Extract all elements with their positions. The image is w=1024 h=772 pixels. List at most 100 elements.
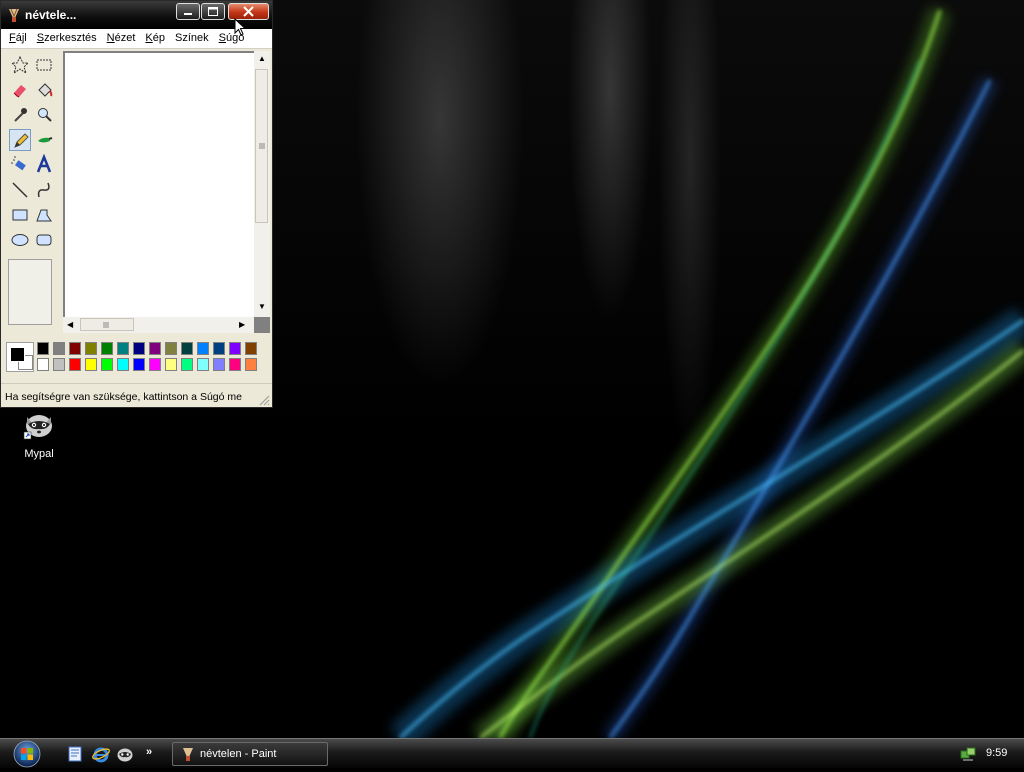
polygon-icon: [36, 209, 52, 222]
magnifier-tool[interactable]: [33, 104, 55, 126]
palette-swatch[interactable]: [69, 358, 81, 371]
curve-tool[interactable]: [33, 179, 55, 201]
system-tray: 9:59: [950, 739, 1024, 769]
scroll-right-arrow-icon[interactable]: ▶: [239, 319, 245, 331]
palette-swatch[interactable]: [181, 342, 193, 355]
color-picker-tool[interactable]: [9, 104, 31, 126]
palette-swatch[interactable]: [101, 358, 113, 371]
foreground-color[interactable]: [10, 347, 25, 362]
minimize-button[interactable]: [176, 3, 200, 20]
taskbar-button-label: névtelen - Paint: [200, 748, 277, 760]
rounded-rectangle-icon: [36, 234, 52, 246]
palette-swatch[interactable]: [117, 342, 129, 355]
palette-swatch[interactable]: [197, 358, 209, 371]
menu-bar: Fájl Szerkesztés Nézet Kép Színek Súgó: [1, 29, 272, 49]
palette-swatch[interactable]: [213, 358, 225, 371]
brush-icon: [38, 137, 53, 143]
status-text: Ha segítségre van szüksége, kattintson a…: [5, 391, 242, 403]
resize-grip-icon[interactable]: [259, 395, 270, 406]
tool-options-box[interactable]: [8, 259, 52, 325]
paint-bucket-icon: [38, 83, 53, 97]
text-a-icon: [36, 153, 52, 173]
magnifier-icon: [38, 108, 52, 122]
palette-swatch[interactable]: [53, 342, 65, 355]
desktop-icon-mypal[interactable]: Mypal: [14, 408, 64, 460]
palette-swatch[interactable]: [133, 342, 145, 355]
paint-window: névtele... Fájl Szerkesztés Nézet Kép Sz…: [0, 0, 273, 408]
eraser-tool[interactable]: [9, 79, 31, 101]
color-palette: [4, 340, 270, 375]
palette-swatch[interactable]: [101, 342, 113, 355]
rect-select-tool[interactable]: [33, 54, 55, 76]
minimize-icon: [184, 13, 192, 15]
palette-swatch[interactable]: [69, 342, 81, 355]
scroll-up-arrow-icon[interactable]: ▲: [258, 53, 266, 65]
grip-icon: [103, 322, 109, 328]
windows-orb-icon: [13, 740, 41, 768]
palette-swatch[interactable]: [37, 358, 49, 371]
grip-icon: [259, 143, 265, 149]
line-tool[interactable]: [9, 179, 31, 201]
palette-swatch[interactable]: [165, 358, 177, 371]
eraser-icon: [13, 85, 26, 98]
internet-explorer-icon[interactable]: [92, 745, 110, 763]
show-desktop-icon[interactable]: [66, 745, 84, 763]
menu-edit[interactable]: Szerkesztés: [32, 29, 102, 48]
palette-swatch[interactable]: [149, 342, 161, 355]
palette-swatch[interactable]: [37, 342, 49, 355]
fill-tool[interactable]: [33, 79, 55, 101]
scroll-left-arrow-icon[interactable]: ◀: [67, 319, 73, 331]
vertical-scroll-thumb[interactable]: [255, 69, 268, 223]
palette-swatch[interactable]: [181, 358, 193, 371]
brush-tool[interactable]: [33, 129, 55, 151]
menu-colors[interactable]: Színek: [170, 29, 214, 48]
taskbar: » névtelen - Paint 9:59: [0, 738, 1024, 768]
horizontal-scroll-thumb[interactable]: [80, 318, 134, 331]
ellipse-icon: [11, 234, 29, 246]
rectangle-tool[interactable]: [9, 204, 31, 226]
palette-swatch[interactable]: [197, 342, 209, 355]
current-colors[interactable]: [6, 342, 34, 372]
close-icon: [243, 6, 254, 17]
desktop-icon-label: Mypal: [24, 448, 54, 460]
palette-swatch[interactable]: [229, 358, 241, 371]
mypal-raccoon-icon: [23, 415, 52, 440]
palette-swatch[interactable]: [165, 342, 177, 355]
network-tray-icon[interactable]: [960, 746, 976, 762]
taskbar-button-paint[interactable]: névtelen - Paint: [172, 742, 328, 766]
drawing-canvas[interactable]: [65, 53, 254, 317]
menu-image[interactable]: Kép: [140, 29, 170, 48]
pencil-tool[interactable]: [9, 129, 31, 151]
menu-file[interactable]: Fájl: [4, 29, 32, 48]
scroll-down-arrow-icon[interactable]: ▼: [258, 301, 266, 313]
rounded-rect-tool[interactable]: [33, 229, 55, 251]
palette-swatch[interactable]: [149, 358, 161, 371]
palette-swatch[interactable]: [53, 358, 65, 371]
ellipse-tool[interactable]: [9, 229, 31, 251]
horizontal-scrollbar[interactable]: ◀ ▶: [63, 317, 254, 333]
maximize-button[interactable]: [201, 3, 225, 20]
window-titlebar[interactable]: névtele...: [1, 1, 272, 29]
palette-swatch[interactable]: [117, 358, 129, 371]
paint-app-icon: [183, 748, 193, 761]
palette-swatch[interactable]: [245, 342, 257, 355]
status-bar: Ha segítségre van szüksége, kattintson a…: [1, 383, 272, 407]
palette-swatch[interactable]: [85, 342, 97, 355]
quick-launch-more-chevron[interactable]: »: [146, 746, 152, 758]
mypal-raccoon-icon[interactable]: [116, 745, 134, 763]
free-form-select-tool[interactable]: [9, 54, 31, 76]
palette-swatch[interactable]: [213, 342, 225, 355]
eyedropper-icon: [14, 108, 27, 122]
maximize-icon: [208, 7, 218, 16]
text-tool[interactable]: [33, 153, 55, 176]
start-button[interactable]: [4, 739, 48, 769]
vertical-scrollbar[interactable]: ▲ ▼: [254, 51, 270, 317]
airbrush-tool[interactable]: [9, 154, 31, 176]
palette-swatch[interactable]: [229, 342, 241, 355]
palette-swatch[interactable]: [133, 358, 145, 371]
clock[interactable]: 9:59: [986, 747, 1007, 759]
menu-view[interactable]: Nézet: [102, 29, 141, 48]
polygon-tool[interactable]: [33, 204, 55, 226]
palette-swatch[interactable]: [245, 358, 257, 371]
palette-swatch[interactable]: [85, 358, 97, 371]
